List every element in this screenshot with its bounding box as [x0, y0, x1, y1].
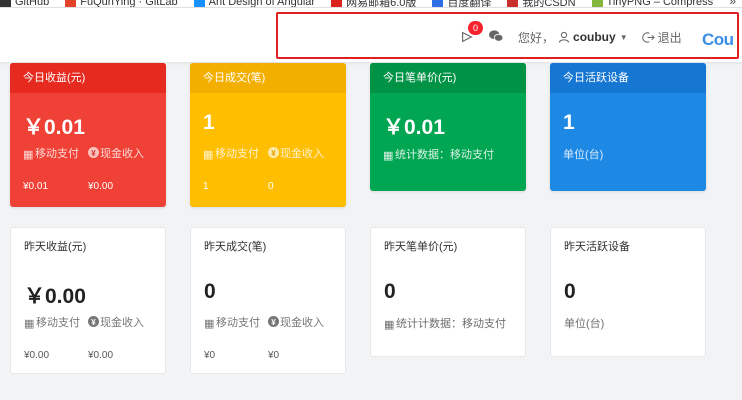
cash-icon — [88, 315, 99, 330]
card-value: 1 — [203, 111, 215, 134]
sub-value: ¥0.01 — [23, 181, 49, 192]
qrcode-icon: ▦ — [383, 150, 394, 162]
antd-icon — [193, 0, 205, 7]
sub-label: 移动支付 — [36, 317, 80, 329]
sub-value: 1 — [203, 181, 209, 192]
card-note: 单位(台) — [564, 318, 605, 330]
sub-label: 现金收入 — [100, 148, 144, 160]
qrcode-icon: ▦ — [24, 318, 35, 330]
bookmark-antd[interactable]: Ant Design of Angular — [193, 0, 315, 7]
card-value: ￥0.01 — [383, 116, 445, 139]
qrcode-icon: ▦ — [23, 149, 34, 161]
mail-icon — [331, 0, 343, 7]
sub-value: 0 — [268, 181, 274, 192]
qrcode-icon: ▦ — [384, 319, 395, 331]
card-title: 昨天活跃设备 — [564, 241, 630, 253]
card-title: 今日收益(元) — [10, 63, 166, 93]
card-yesterday-revenue: 昨天收益(元) ￥0.00 ▦移动支付 ¥0.00 现金收入 ¥0.00 — [10, 227, 166, 374]
card-value: 0 — [564, 280, 576, 303]
bookmark-gitlab[interactable]: FuQunYing · GitLab — [65, 0, 178, 7]
card-yesterday-active-devices: 昨天活跃设备 0 单位(台) — [550, 227, 706, 357]
cash-icon — [268, 146, 279, 161]
card-title: 昨天成交(笔) — [204, 241, 267, 253]
cash-icon — [88, 146, 99, 161]
sub-label: 现金收入 — [280, 317, 324, 329]
sub-label: 移动支付 — [215, 148, 259, 160]
bookmark-163mail[interactable]: 网易邮箱6.0版 — [331, 0, 416, 7]
card-value: ￥0.00 — [24, 285, 86, 308]
tinypng-icon — [591, 0, 603, 7]
card-value: 0 — [384, 280, 396, 303]
sub-value: ¥0.00 — [24, 350, 50, 361]
csdn-icon — [507, 0, 519, 7]
gitlab-icon — [65, 0, 77, 7]
translate-icon — [432, 0, 444, 7]
card-title: 今日笔单价(元) — [370, 63, 526, 93]
card-today-unit-price: 今日笔单价(元) ￥0.01 ▦ 统计数据：移动支付 — [370, 63, 526, 191]
card-title: 昨天笔单价(元) — [384, 241, 458, 253]
card-today-active-devices: 今日活跃设备 1 单位(台) — [550, 63, 706, 191]
github-icon — [0, 0, 11, 7]
card-value: 0 — [204, 280, 216, 303]
sub-label: 现金收入 — [280, 148, 324, 160]
bookmark-baidu-translate[interactable]: 百度翻译 — [432, 0, 491, 7]
card-value: 1 — [563, 111, 575, 134]
qrcode-icon: ▦ — [203, 149, 214, 161]
bookmark-tinypng[interactable]: TinyPNG – Compress — [591, 0, 713, 7]
card-yesterday-transactions: 昨天成交(笔) 0 ▦移动支付 ¥0 现金收入 ¥0 — [190, 227, 346, 374]
sub-label: 移动支付 — [216, 317, 260, 329]
card-title: 昨天收益(元) — [24, 241, 87, 253]
qrcode-icon: ▦ — [204, 318, 215, 330]
sub-label: 移动支付 — [35, 148, 79, 160]
bookmark-github[interactable]: GitHub — [0, 0, 49, 7]
card-note: 统计数据：移动支付 — [395, 149, 494, 161]
bookmarks-bar: GitHub FuQunYing · GitLab Ant Design of … — [0, 0, 742, 8]
card-yesterday-unit-price: 昨天笔单价(元) 0 ▦ 统计计数据：移动支付 — [370, 227, 526, 357]
card-note: 统计计数据：移动支付 — [396, 318, 506, 330]
card-title: 今日活跃设备 — [550, 63, 706, 93]
card-note: 单位(台) — [563, 149, 604, 161]
sub-value: ¥0 — [204, 350, 216, 361]
card-title: 今日成交(笔) — [190, 63, 346, 93]
cash-icon — [268, 315, 279, 330]
card-today-revenue: 今日收益(元) ￥0.01 ▦移动支付 ¥0.01 现金收入 ¥0.00 — [10, 63, 166, 207]
sub-value: ¥0 — [268, 350, 280, 361]
highlight-box — [276, 12, 739, 59]
sub-value: ¥0.00 — [88, 181, 114, 192]
bookmark-csdn[interactable]: 我的CSDN — [507, 0, 576, 7]
bookmarks-more-button[interactable]: » — [729, 0, 736, 7]
card-value: ￥0.01 — [23, 116, 85, 139]
sub-label: 现金收入 — [100, 317, 144, 329]
sub-value: ¥0.00 — [88, 350, 114, 361]
card-today-transactions: 今日成交(笔) 1 ▦移动支付 1 现金收入 0 — [190, 63, 346, 207]
